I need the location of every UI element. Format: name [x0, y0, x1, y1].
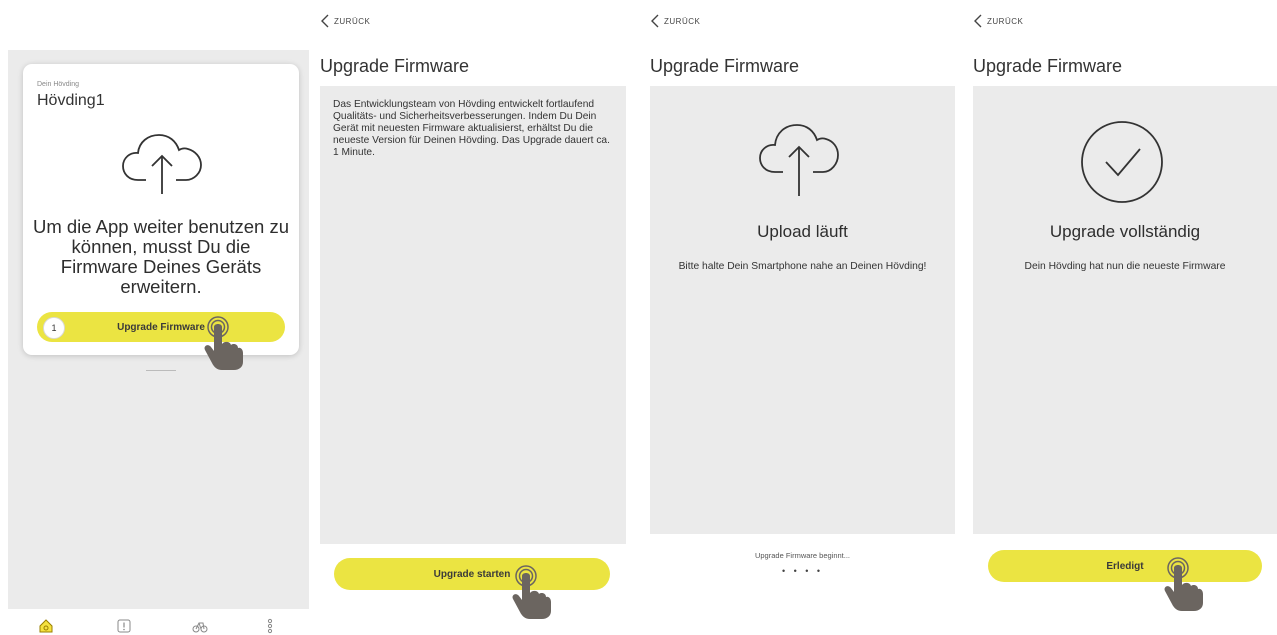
back-label: ZURÜCK — [664, 16, 701, 26]
screen-upgrade-complete: ZURÜCK Upgrade Firmware Upgrade vollstän… — [973, 0, 1277, 635]
back-label: ZURÜCK — [987, 16, 1024, 26]
done-label: Erledigt — [1106, 560, 1144, 572]
page-title: Upgrade Firmware — [320, 56, 470, 76]
tap-hand-icon — [1164, 557, 1203, 611]
back-button[interactable]: ZURÜCK — [973, 14, 1023, 28]
page-title: Upgrade Firmware — [650, 56, 800, 76]
done-button[interactable]: Erledigt — [988, 550, 1262, 582]
device-name: Hövding1 — [37, 92, 105, 109]
screen-upload-progress: ZURÜCK Upgrade Firmware Upload läuft Bit… — [650, 0, 955, 635]
back-button[interactable]: ZURÜCK — [650, 14, 700, 28]
upgrade-firmware-button[interactable]: 1 Upgrade Firmware — [37, 312, 285, 342]
firmware-required-message: Um die App weiter benutzen zu können, mu… — [32, 216, 290, 297]
progress-status: Upgrade Firmware beginnt... — [754, 551, 851, 560]
screen-upgrade-intro: ZURÜCK Upgrade Firmware Das Entwicklungs… — [320, 0, 626, 635]
cloud-upload-icon — [759, 124, 839, 196]
chevron-left-icon — [321, 14, 329, 28]
device-card: Dein Hövding Hövding1 Um die App weiter … — [23, 64, 299, 355]
tap-hand-icon — [512, 565, 551, 619]
upload-heading: Upload läuft — [757, 222, 848, 241]
upgrade-firmware-label: Upgrade Firmware — [117, 321, 205, 333]
bottom-tab-bar — [0, 612, 313, 635]
screen-device-home: Dein Hövding Hövding1 Um die App weiter … — [0, 0, 313, 635]
complete-heading: Upgrade vollständig — [1049, 222, 1201, 241]
chevron-left-icon — [651, 14, 659, 28]
page-indicator — [146, 370, 176, 371]
back-button[interactable]: ZURÜCK — [320, 14, 370, 28]
start-upgrade-label: Upgrade starten — [433, 568, 511, 580]
chevron-left-icon — [974, 14, 982, 28]
back-label: ZURÜCK — [334, 16, 371, 26]
complete-message: Dein Hövding hat nun die neueste Firmwar… — [1024, 261, 1226, 272]
step-badge: 1 — [43, 317, 65, 339]
start-upgrade-button[interactable]: Upgrade starten — [334, 558, 610, 590]
alert-icon[interactable] — [116, 618, 132, 634]
device-label: Dein Hövding — [37, 81, 80, 88]
home-icon[interactable] — [38, 618, 54, 634]
loading-dots: • • • • — [781, 566, 824, 576]
cloud-upload-icon — [122, 134, 202, 194]
bike-icon[interactable] — [192, 618, 208, 634]
checkmark-circle-icon — [1081, 121, 1163, 203]
settings-icon[interactable] — [262, 618, 278, 634]
upload-hint: Bitte halte Dein Smartphone nahe an Dein… — [678, 261, 927, 272]
upgrade-description: Das Entwicklungsteam von Hövding entwick… — [333, 99, 610, 158]
page-title: Upgrade Firmware — [973, 56, 1123, 76]
tap-hand-icon — [204, 316, 243, 370]
